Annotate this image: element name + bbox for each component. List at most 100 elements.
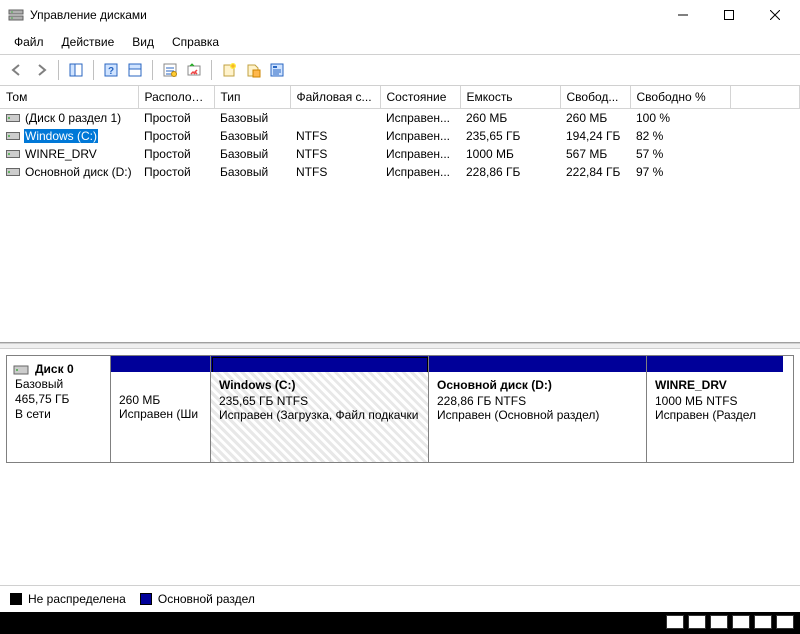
cell-freepct: 82 % (630, 127, 730, 145)
menu-file[interactable]: Файл (6, 32, 52, 52)
partition-header (111, 356, 210, 372)
disk-name: Диск 0 (35, 362, 102, 376)
partition-title: WINRE_DRV (655, 378, 775, 392)
cell-layout: Простой (138, 163, 214, 181)
col-type[interactable]: Тип (214, 86, 290, 109)
partition-size: 228,86 ГБ NTFS (437, 394, 638, 408)
volume-row[interactable]: Основной диск (D:)ПростойБазовыйNTFSИспр… (0, 163, 800, 181)
minimize-button[interactable] (660, 0, 706, 30)
partition-title: Основной диск (D:) (437, 378, 638, 392)
show-hide-tree-button[interactable] (65, 59, 87, 81)
col-layout[interactable]: Располож... (138, 86, 214, 109)
cell-layout: Простой (138, 109, 214, 128)
cell-capacity: 1000 МБ (460, 145, 560, 163)
cell-status: Исправен... (380, 145, 460, 163)
tray-icon[interactable] (732, 615, 750, 629)
cell-layout: Простой (138, 145, 214, 163)
volume-row[interactable]: (Диск 0 раздел 1) ПростойБазовый Исправен.… (0, 109, 800, 128)
close-button[interactable] (752, 0, 798, 30)
volume-row[interactable]: Windows (C:)ПростойБазовыйNTFSИсправен..… (0, 127, 800, 145)
cell-free: 222,84 ГБ (560, 163, 630, 181)
volume-row[interactable]: WINRE_DRVПростойБазовыйNTFSИсправен...10… (0, 145, 800, 163)
partition[interactable]: Основной диск (D:)228,86 ГБ NTFSИсправен… (429, 356, 647, 462)
col-freepct[interactable]: Свободно % (630, 86, 730, 109)
volume-icon (6, 112, 20, 124)
legend-unallocated: Не распределена (10, 592, 126, 606)
tray-icon[interactable] (666, 615, 684, 629)
cell-capacity: 228,86 ГБ (460, 163, 560, 181)
col-spacer (730, 86, 800, 109)
properties-button[interactable] (266, 59, 288, 81)
col-status[interactable]: Состояние (380, 86, 460, 109)
col-volume[interactable]: Том (0, 86, 138, 109)
volume-name: Основной диск (D:) (24, 165, 133, 179)
disk-size: 465,75 ГБ (15, 392, 102, 406)
cell-free: 194,24 ГБ (560, 127, 630, 145)
cell-layout: Простой (138, 127, 214, 145)
refresh-button[interactable] (183, 59, 205, 81)
partition[interactable]: WINRE_DRV1000 МБ NTFSИсправен (Раздел (647, 356, 783, 462)
cell-filesystem (290, 109, 380, 128)
partition-size: 235,65 ГБ NTFS (219, 394, 420, 408)
cell-type: Базовый (214, 109, 290, 128)
disk-row: Диск 0 Базовый 465,75 ГБ В сети 260 МБИс… (6, 355, 794, 463)
volume-icon (6, 130, 20, 142)
disk-status: В сети (15, 407, 102, 421)
partition[interactable]: Windows (C:) 235,65 ГБ NTFSИсправен (Загр… (211, 356, 429, 462)
legend-primary-label: Основной раздел (158, 592, 255, 606)
partition-title: Windows (C:) (219, 378, 420, 392)
partition-header (647, 356, 783, 372)
menu-action[interactable]: Действие (54, 32, 123, 52)
col-capacity[interactable]: Емкость (460, 86, 560, 109)
volume-name: WINRE_DRV (24, 147, 98, 161)
swatch-unallocated-icon (10, 593, 22, 605)
cell-status: Исправен... (380, 109, 460, 128)
disk-drive-icon (13, 362, 29, 381)
window-title: Управление дисками (30, 8, 660, 22)
back-button[interactable] (6, 59, 28, 81)
tray-icon[interactable] (754, 615, 772, 629)
menu-help[interactable]: Справка (164, 32, 227, 52)
toolbar-separator (93, 60, 94, 80)
disk-management-icon (8, 7, 24, 23)
tray-icon[interactable] (776, 615, 794, 629)
forward-button[interactable] (30, 59, 52, 81)
volume-icon (6, 166, 20, 178)
col-filesystem[interactable]: Файловая с... (290, 86, 380, 109)
cell-free: 567 МБ (560, 145, 630, 163)
cell-type: Базовый (214, 127, 290, 145)
view-top-button[interactable] (124, 59, 146, 81)
volume-list[interactable]: Том Располож... Тип Файловая с... Состоя… (0, 86, 800, 343)
cell-type: Базовый (214, 145, 290, 163)
cell-capacity: 235,65 ГБ (460, 127, 560, 145)
maximize-button[interactable] (706, 0, 752, 30)
settings-button[interactable] (159, 59, 181, 81)
disk-info[interactable]: Диск 0 Базовый 465,75 ГБ В сети (7, 356, 111, 462)
partition-size: 260 МБ (119, 393, 202, 407)
cell-free: 260 МБ (560, 109, 630, 128)
cell-status: Исправен... (380, 163, 460, 181)
cell-filesystem: NTFS (290, 127, 380, 145)
partition-header (429, 356, 646, 372)
cell-freepct: 100 % (630, 109, 730, 128)
toolbar-separator (211, 60, 212, 80)
window-controls (660, 0, 798, 30)
volume-icon (6, 148, 20, 160)
new-partition-icon[interactable] (242, 59, 264, 81)
menu-view[interactable]: Вид (124, 32, 162, 52)
tray-icon[interactable] (688, 615, 706, 629)
partition-status: Исправен (Ши (119, 407, 202, 421)
partition-header (211, 356, 428, 372)
cell-capacity: 260 МБ (460, 109, 560, 128)
partition-status: Исправен (Загрузка, Файл подкачки (219, 408, 420, 422)
volume-name: (Диск 0 раздел 1) (24, 111, 122, 125)
new-simple-icon[interactable] (218, 59, 240, 81)
cell-freepct: 57 % (630, 145, 730, 163)
partition[interactable]: 260 МБИсправен (Ши (111, 356, 211, 462)
tray-icon[interactable] (710, 615, 728, 629)
help-button[interactable]: ? (100, 59, 122, 81)
col-free[interactable]: Свобод... (560, 86, 630, 109)
volume-name: Windows (C:) (24, 129, 98, 143)
partition-size: 1000 МБ NTFS (655, 394, 775, 408)
menubar: Файл Действие Вид Справка (0, 30, 800, 55)
